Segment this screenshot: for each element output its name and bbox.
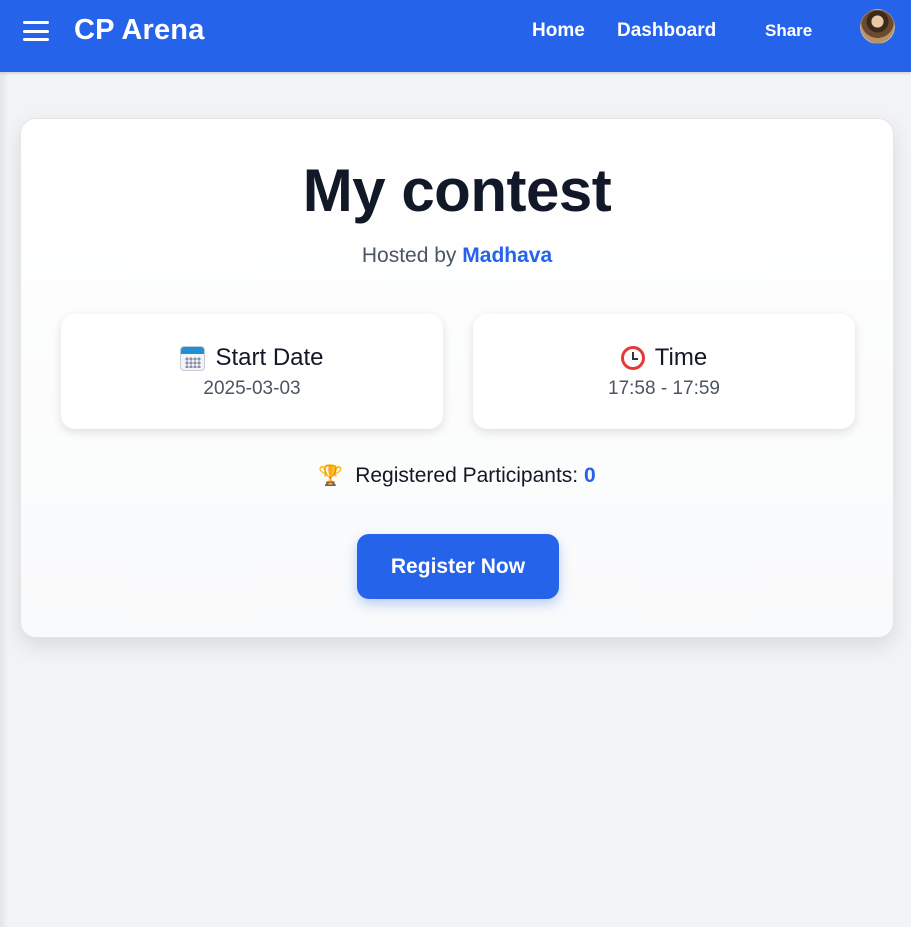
start-date-header: Start Date (61, 344, 443, 372)
start-date-label: Start Date (215, 344, 324, 371)
registered-participants: 🏆 Registered Participants: 0 (21, 463, 893, 488)
contest-card: My contest Hosted by Madhava Start Date … (20, 118, 894, 638)
start-date-value: 2025-03-03 (203, 378, 301, 399)
hosted-by-label: Hosted by (361, 244, 457, 267)
page: CP Arena Home Dashboard Share My contest… (0, 0, 911, 927)
start-date-box: Start Date 2025-03-03 (61, 314, 443, 429)
nav-link-dashboard[interactable]: Dashboard (617, 20, 716, 42)
alarm-clock-icon (620, 346, 645, 370)
time-label: Time (654, 344, 708, 371)
nav-link-home[interactable]: Home (532, 20, 585, 42)
time-header: Time (473, 344, 855, 372)
hosted-by-line: Hosted by Madhava (21, 244, 893, 268)
nav-link-share[interactable]: Share (765, 21, 812, 41)
navbar: CP Arena Home Dashboard Share (0, 0, 911, 72)
participants-label: Registered Participants: (355, 463, 579, 487)
register-now-button[interactable]: Register Now (357, 534, 559, 599)
hamburger-menu-icon[interactable] (22, 19, 50, 43)
time-box: Time 17:58 - 17:59 (473, 314, 855, 429)
calendar-icon (180, 345, 206, 371)
host-name-link[interactable]: Madhava (462, 244, 552, 267)
time-value: 17:58 - 17:59 (608, 378, 720, 399)
participants-count: 0 (584, 463, 596, 487)
contest-title: My contest (302, 157, 612, 224)
trophy-icon: 🏆 (318, 465, 344, 487)
user-avatar[interactable] (860, 9, 895, 44)
brand-logo-text[interactable]: CP Arena (74, 14, 205, 47)
